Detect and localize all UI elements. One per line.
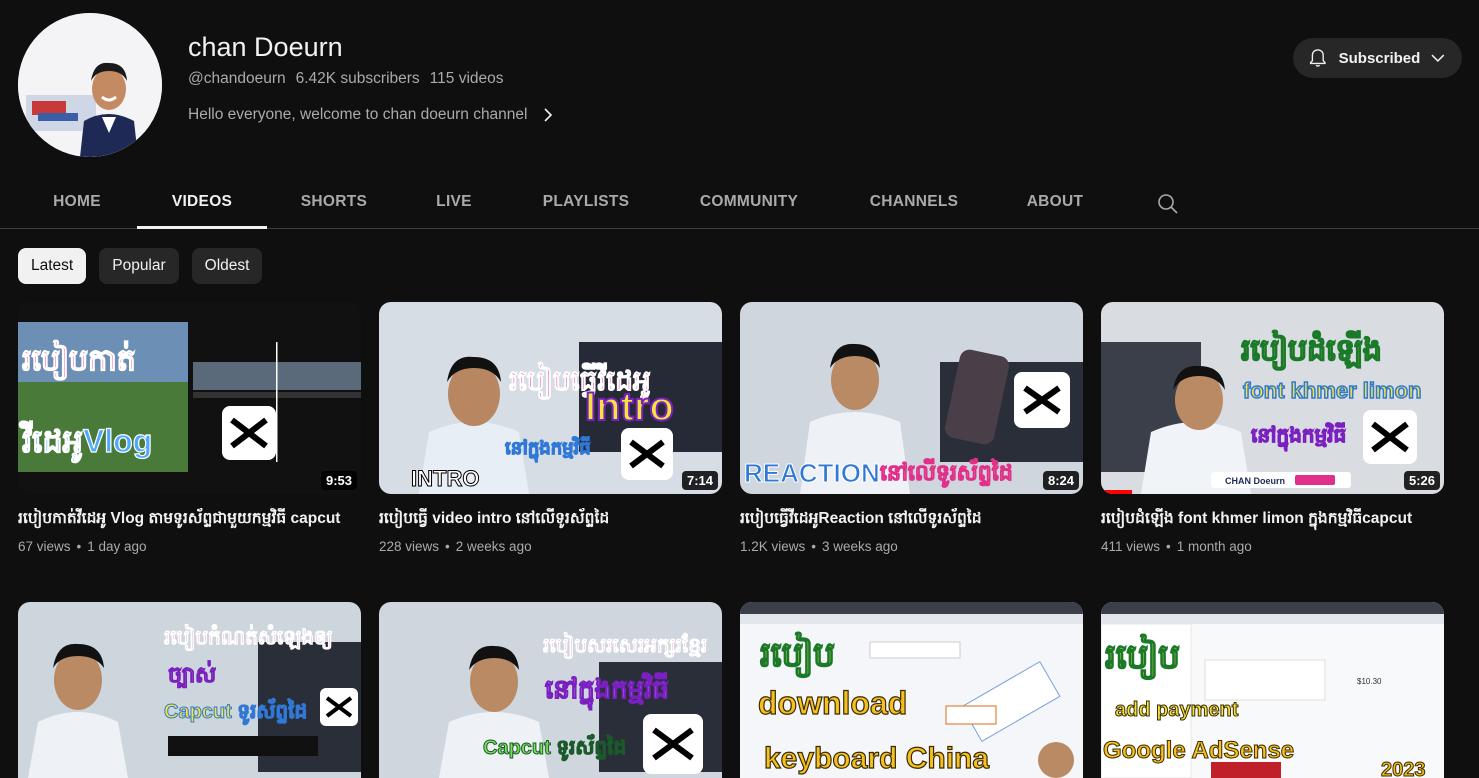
chip-latest[interactable]: Latest (18, 248, 87, 284)
thumb-text-4: CHAN Doeurn (1225, 476, 1285, 486)
thumb-text-1: របៀប (760, 632, 835, 678)
video-meta: 67 views • 1 day ago (18, 539, 147, 554)
tab-playlists[interactable]: PLAYLISTS (530, 175, 642, 229)
capcut-logo-icon (1014, 372, 1070, 428)
view-count: 228 views (379, 539, 440, 554)
avatar-image (18, 13, 162, 157)
upload-age: 3 weeks ago (822, 539, 898, 554)
thumb-text-1: REACTION (744, 458, 880, 488)
thumb-text-2: download (758, 685, 907, 721)
subscriber-count: 6.42K subscribers (295, 70, 420, 87)
subscribed-button[interactable]: Subscribed (1293, 38, 1462, 78)
video-thumbnail[interactable]: REACTION នៅលើទូរស័ព្ទដៃ 8:24 (740, 302, 1083, 494)
sort-chips: Latest Popular Oldest (18, 248, 263, 284)
channel-avatar[interactable] (18, 13, 162, 157)
video-title[interactable]: របៀបកាត់វីដេអូ Vlog តាមទូរស័ព្ទជាមួយកម្ម… (18, 508, 361, 531)
thumb-text-1: របៀបកំណត់សំឡេងឲ្យ (164, 624, 333, 651)
video-thumbnail[interactable]: $10.30 របៀប add payment Google AdSense 2… (1101, 602, 1444, 778)
thumb-text-2: add payment (1115, 699, 1239, 721)
capcut-logo-icon (621, 428, 673, 480)
tab-home[interactable]: HOME (34, 175, 120, 229)
thumb-text-1: របៀបកាត់ (22, 340, 136, 381)
thumb-text-3: Capcut ទូរស័ព្ទដៃ (164, 698, 307, 725)
thumb-text-3: Google AdSense (1103, 737, 1294, 764)
tab-shorts[interactable]: SHORTS (284, 175, 384, 229)
search-icon[interactable] (1156, 192, 1180, 216)
thumb-text-1: របៀបដំឡើង (1241, 330, 1382, 371)
video-meta: 1.2K views • 3 weeks ago (740, 539, 898, 554)
video-thumbnail[interactable]: របៀបសរសេរអក្សរខ្មែរ នៅក្នុងកម្មវិធី Capc… (379, 602, 722, 778)
thumb-text-4: 2023 (1381, 759, 1426, 778)
video-title[interactable]: របៀបធ្វើវីដេអូReaction នៅលើទូរស័ព្ទដៃ (740, 508, 1083, 531)
view-count: 67 views (18, 539, 71, 554)
tab-channels[interactable]: CHANNELS (856, 175, 972, 229)
thumb-text-1: របៀប (1105, 634, 1180, 680)
thumb-text-2: ច្បាស់ (168, 660, 216, 688)
channel-tabs: HOME VIDEOS SHORTS LIVE PLAYLISTS COMMUN… (0, 175, 1479, 229)
thumb-text-1: របៀបសរសេរអក្សរខ្មែរ (543, 632, 707, 659)
video-meta: 411 views • 1 month ago (1101, 539, 1252, 554)
watch-progress-bar (1101, 490, 1132, 494)
thumb-text-3: Capcut ទូរស័ព្ទដៃ (483, 734, 626, 761)
channel-description[interactable]: Hello everyone, welcome to chan doeurn c… (188, 106, 554, 124)
video-thumbnail[interactable]: របៀបកំណត់សំឡេងឲ្យ ច្បាស់ Capcut ទូរស័ព្ទ… (18, 602, 361, 778)
capcut-logo-icon (643, 714, 703, 774)
channel-header: chan Doeurn @chandoeurn 6.42K subscriber… (0, 0, 1479, 175)
channel-handle: @chandoeurn (188, 70, 286, 87)
capcut-logo-icon (320, 688, 358, 726)
video-thumbnail[interactable]: របៀប download keyboard China (740, 602, 1083, 778)
video-duration: 8:24 (1042, 471, 1079, 490)
bell-icon (1309, 49, 1326, 67)
subscribed-label: Subscribed (1338, 49, 1421, 67)
video-meta: 228 views • 2 weeks ago (379, 539, 532, 554)
video-title[interactable]: របៀបធ្វើ video intro នៅលើទូរស័ព្ទដៃ (379, 508, 722, 531)
upload-age: 1 day ago (87, 539, 147, 554)
thumb-text-2: នៅលើទូរស័ព្ទដៃ (880, 458, 1013, 488)
channel-name: chan Doeurn (188, 32, 343, 62)
chevron-right-icon (543, 108, 552, 122)
tab-videos[interactable]: VIDEOS (137, 175, 267, 229)
video-duration: 9:53 (320, 471, 357, 490)
tab-about[interactable]: ABOUT (1016, 175, 1094, 229)
video-count: 115 videos (429, 70, 504, 87)
upload-age: 1 month ago (1176, 539, 1252, 554)
upload-age: 2 weeks ago (455, 539, 532, 554)
thumb-text-4: INTRO (411, 466, 479, 491)
video-title[interactable]: របៀបដំឡើង font khmer limon ក្នុងកម្មវិធី… (1101, 508, 1444, 531)
thumb-text-3: keyboard China (764, 742, 989, 775)
video-thumbnail[interactable]: របៀបកាត់ វីដេអូVlog 9:53 (18, 302, 361, 494)
tab-community[interactable]: COMMUNITY (686, 175, 812, 229)
thumb-text-2: Intro (585, 385, 674, 429)
thumb-text-2: font khmer limon (1243, 378, 1421, 403)
capcut-logo-icon (222, 406, 276, 460)
chevron-down-icon (1431, 54, 1445, 62)
video-duration: 7:14 (681, 471, 718, 490)
view-count: 411 views (1101, 539, 1161, 554)
video-thumbnail[interactable]: របៀបដំឡើង font khmer limon នៅក្នុងកម្មវិ… (1101, 302, 1444, 494)
thumb-text-2: វីដេអូVlog (19, 421, 152, 463)
chip-popular[interactable]: Popular (99, 248, 179, 284)
video-duration: 5:26 (1403, 471, 1440, 490)
view-count: 1.2K views (740, 539, 806, 554)
channel-meta: @chandoeurn 6.42K subscribers 115 videos (188, 70, 504, 88)
thumb-text-5: $10.30 (1357, 677, 1382, 686)
tab-live[interactable]: LIVE (420, 175, 488, 229)
channel-description-text: Hello everyone, welcome to chan doeurn c… (188, 106, 528, 123)
capcut-logo-icon (1363, 410, 1417, 464)
video-thumbnail[interactable]: របៀបធ្វើវីដេអូ Intro នៅក្នុងកម្មវិធី INT… (379, 302, 722, 494)
chip-oldest[interactable]: Oldest (191, 248, 263, 284)
